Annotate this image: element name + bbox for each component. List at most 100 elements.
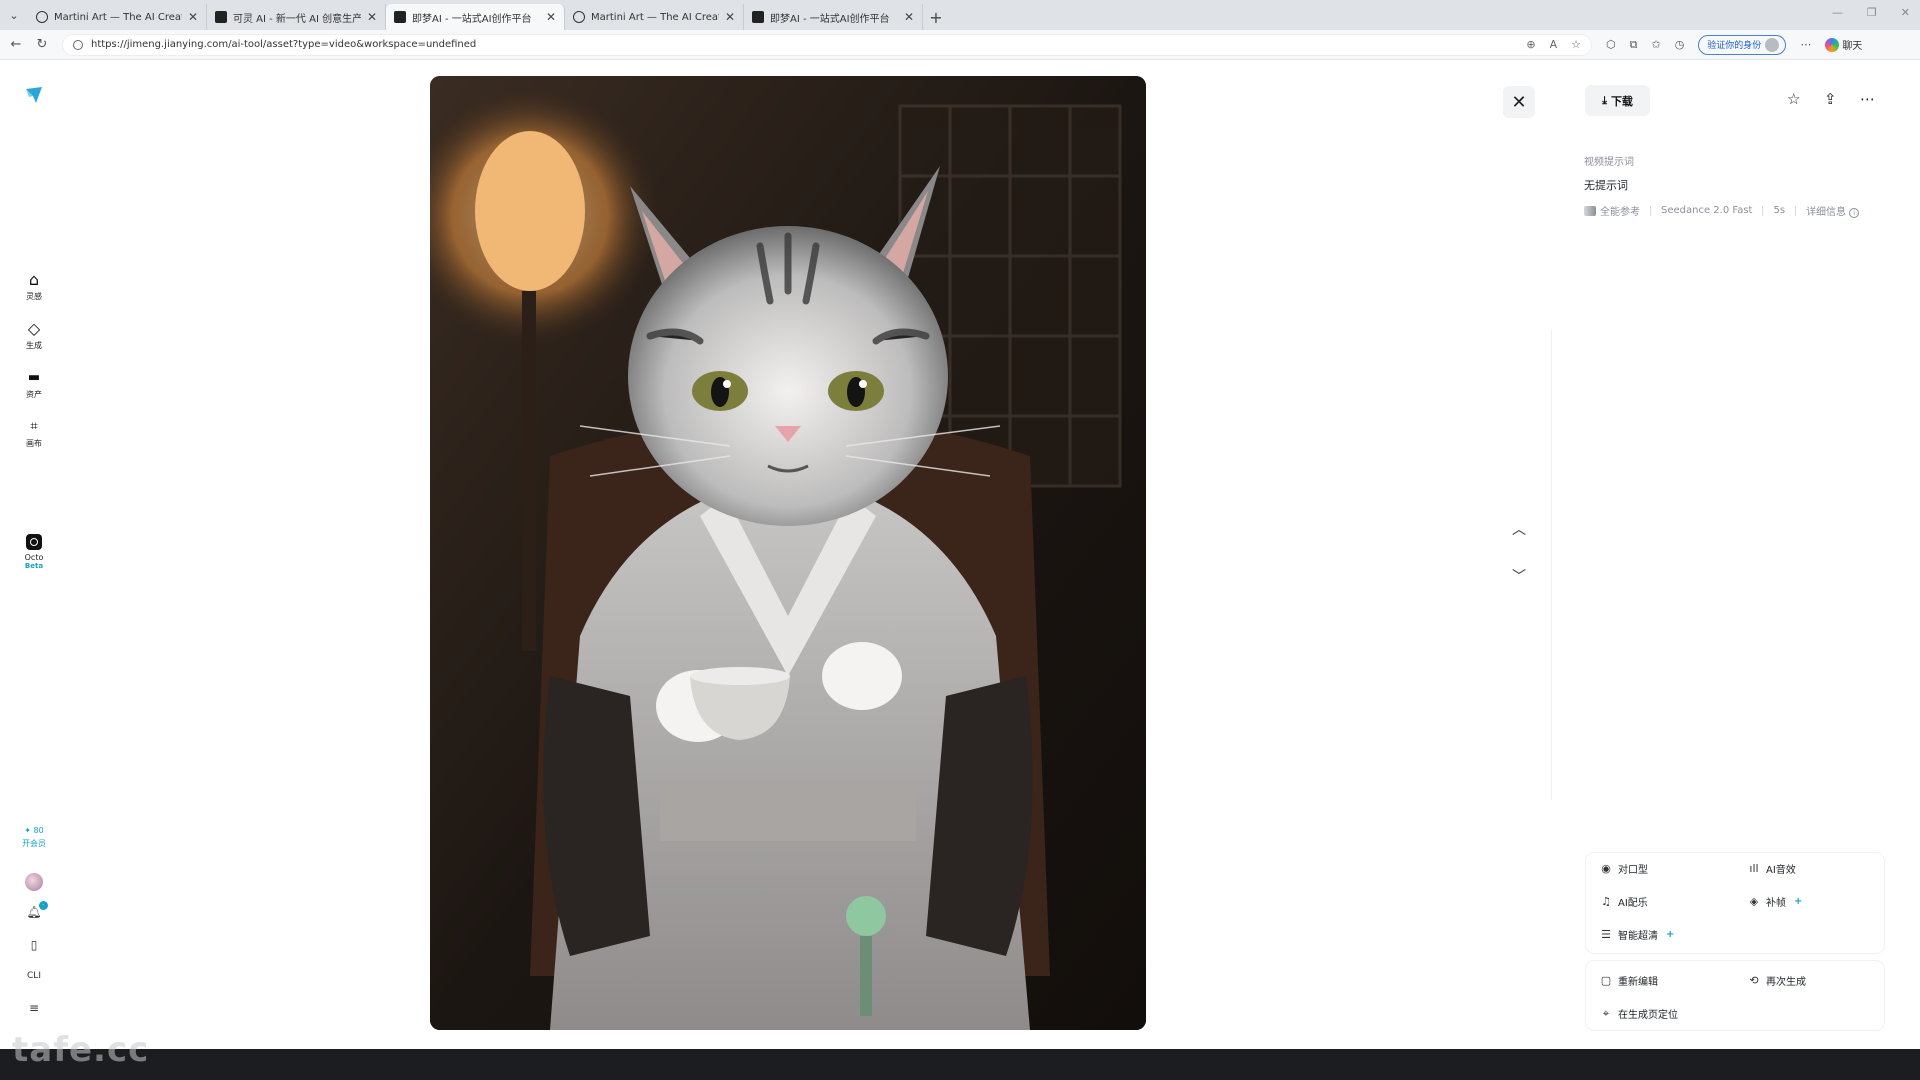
close-viewer-button[interactable]: ✕: [1503, 86, 1535, 118]
cat-artwork-image: [430, 76, 1146, 1030]
re-edit-button[interactable]: ▢ 重新编辑: [1600, 973, 1658, 988]
read-aloud-icon[interactable]: A: [1550, 38, 1558, 51]
tool-label: 补帧: [1766, 898, 1786, 909]
tab-close-icon[interactable]: ✕: [546, 10, 556, 24]
video-tools-card: ◉ 对口型 ıll AI音效 ♫ AI配乐 ◈ 补帧 + ☰ 智能超清 +: [1586, 853, 1884, 953]
tool-label: 智能超清: [1618, 931, 1658, 942]
tab-title: Martini Art — The AI Creative Can: [591, 11, 719, 23]
tool-label: AI配乐: [1618, 898, 1648, 909]
history-icon[interactable]: ◷: [1675, 38, 1685, 51]
browser-tab-active[interactable]: 即梦AI - 一站式AI创作平台 ✕: [386, 4, 565, 30]
tab-actions-menu-icon[interactable]: ⌄: [0, 0, 28, 30]
vip-label: 开会员: [22, 839, 46, 848]
new-tab-icon[interactable]: +: [923, 4, 949, 30]
restore-icon[interactable]: ❐: [1867, 6, 1877, 19]
locate-icon: ⌖: [1602, 1006, 1610, 1020]
sidebar-item-label: 资产: [26, 390, 42, 399]
plus-icon: +: [1666, 929, 1675, 940]
sidebar-item-label: 灵感: [26, 292, 42, 301]
zoom-icon[interactable]: ⊕: [1526, 38, 1535, 51]
prompt-label: 视频提示词: [1584, 157, 1634, 168]
previous-item-button[interactable]: ︿: [1508, 519, 1530, 539]
browser-tab-bar: ⌄ Martini Art — The AI Creative Can ✕ 可灵…: [0, 0, 1920, 30]
sidebar-item-octo[interactable]: Octo Beta: [0, 534, 68, 570]
jimeng-logo-icon[interactable]: [24, 85, 44, 105]
avatar-image: [25, 873, 43, 891]
octo-label: Octo: [24, 553, 44, 562]
url-text: https://jimeng.jianying.com/ai-tool/asse…: [91, 39, 477, 50]
points-value: 80: [33, 826, 44, 835]
generation-actions-card: ▢ 重新编辑 ⟲ 再次生成 ⌖ 在生成页定位: [1586, 961, 1884, 1030]
address-bar-row: ← ↻ https://jimeng.jianying.com/ai-tool/…: [0, 30, 1920, 60]
tool-smart-upscale[interactable]: ☰ 智能超清 +: [1600, 927, 1674, 942]
tool-ai-music[interactable]: ♫ AI配乐: [1600, 894, 1648, 909]
regenerate-button[interactable]: ⟲ 再次生成: [1748, 973, 1806, 988]
minimize-icon[interactable]: —: [1832, 6, 1843, 19]
tab-close-icon[interactable]: ✕: [367, 10, 377, 24]
close-window-icon[interactable]: ✕: [1901, 6, 1910, 19]
sidebar-item-generate[interactable]: ◇ 生成: [0, 320, 68, 351]
sidebar-item-label: 画布: [26, 439, 42, 448]
tool-lip-sync[interactable]: ◉ 对口型: [1600, 861, 1648, 876]
action-label: 再次生成: [1766, 977, 1806, 988]
diamond-icon: ◇: [27, 319, 41, 338]
left-sidebar: ⌂ 灵感 ◇ 生成 ▬ 资产 ⌗ 画布 Octo Beta ✦ 80 开会员 🔔…: [0, 61, 68, 1049]
tab-close-icon[interactable]: ✕: [188, 10, 198, 24]
tab-favicon-icon: [215, 11, 227, 23]
tab-favicon-icon: [36, 11, 48, 23]
sidebar-item-assets[interactable]: ▬ 资产: [0, 369, 68, 400]
share-icon[interactable]: ⇪: [1824, 90, 1837, 108]
window-controls: — ❐ ✕: [1832, 6, 1910, 19]
menu-button[interactable]: ≡: [0, 1001, 68, 1015]
duration-value: 5s: [1773, 205, 1786, 216]
back-icon[interactable]: ←: [6, 37, 26, 52]
favorites-icon[interactable]: ✩: [1651, 38, 1660, 51]
split-screen-icon[interactable]: ⧉: [1630, 38, 1638, 52]
info-icon: i: [1849, 208, 1860, 218]
profile-avatar: [1765, 37, 1780, 52]
browser-tab[interactable]: Martini Art — The AI Creative Can ✕: [28, 4, 207, 30]
browser-tab[interactable]: 可灵 AI - 新一代 AI 创意生产力平台 ✕: [207, 4, 386, 30]
points-balance[interactable]: ✦ 80 开会员: [0, 824, 68, 850]
url-field[interactable]: https://jimeng.jianying.com/ai-tool/asse…: [62, 33, 1592, 56]
video-preview[interactable]: [430, 76, 1146, 1030]
sidebar-item-inspiration[interactable]: ⌂ 灵感: [0, 271, 68, 302]
beta-badge: Beta: [24, 562, 44, 570]
notifications-button[interactable]: 🔔︎ ·: [0, 901, 68, 919]
user-avatar[interactable]: [0, 873, 68, 891]
copilot-button[interactable]: 聊天: [1825, 37, 1862, 52]
profile-button[interactable]: 验证你的身份: [1698, 34, 1787, 55]
plus-icon: +: [1794, 896, 1803, 907]
extensions-icon[interactable]: ⬡: [1606, 38, 1616, 51]
reference-tag: 全能参考: [1584, 203, 1640, 218]
reload-icon[interactable]: ↻: [32, 37, 52, 52]
reference-label: 全能参考: [1600, 207, 1640, 218]
tool-ai-sound[interactable]: ıll AI音效: [1748, 861, 1795, 876]
details-link[interactable]: 详细信息 i: [1806, 203, 1860, 218]
browser-tab[interactable]: Martini Art — The AI Creative Can ✕: [565, 4, 744, 30]
prompt-text: 无提示词: [1584, 179, 1628, 192]
octo-icon: [26, 534, 42, 550]
tool-frame-interpolation[interactable]: ◈ 补帧 +: [1748, 894, 1803, 909]
mobile-app-button[interactable]: ▯: [0, 938, 68, 952]
watermark: tafe.cc: [12, 1030, 150, 1070]
cli-button[interactable]: CLI: [0, 971, 68, 981]
tool-label: 对口型: [1618, 865, 1648, 876]
sidebar-item-canvas[interactable]: ⌗ 画布: [0, 418, 68, 449]
favorite-star-icon[interactable]: ☆: [1571, 38, 1581, 51]
site-info-icon[interactable]: [73, 39, 83, 50]
download-button[interactable]: ⤓ 下载: [1585, 85, 1650, 116]
phone-icon: ▯: [30, 938, 38, 952]
frames-icon: ◈: [1749, 895, 1759, 908]
tab-close-icon[interactable]: ✕: [725, 10, 735, 24]
profile-label: 验证你的身份: [1707, 41, 1762, 51]
tab-favicon-icon: [394, 11, 406, 23]
locate-in-generate-button[interactable]: ⌖ 在生成页定位: [1600, 1006, 1678, 1022]
browser-tab[interactable]: 即梦AI - 一站式AI创作平台 ✕: [744, 4, 923, 30]
more-options-icon[interactable]: ⋯: [1860, 90, 1875, 108]
favorite-icon[interactable]: ☆: [1787, 90, 1800, 108]
menu-icon: ≡: [28, 1001, 40, 1015]
next-item-button[interactable]: ﹀: [1508, 566, 1530, 586]
tab-close-icon[interactable]: ✕: [904, 10, 914, 24]
more-browser-icon[interactable]: ⋯: [1800, 38, 1811, 51]
